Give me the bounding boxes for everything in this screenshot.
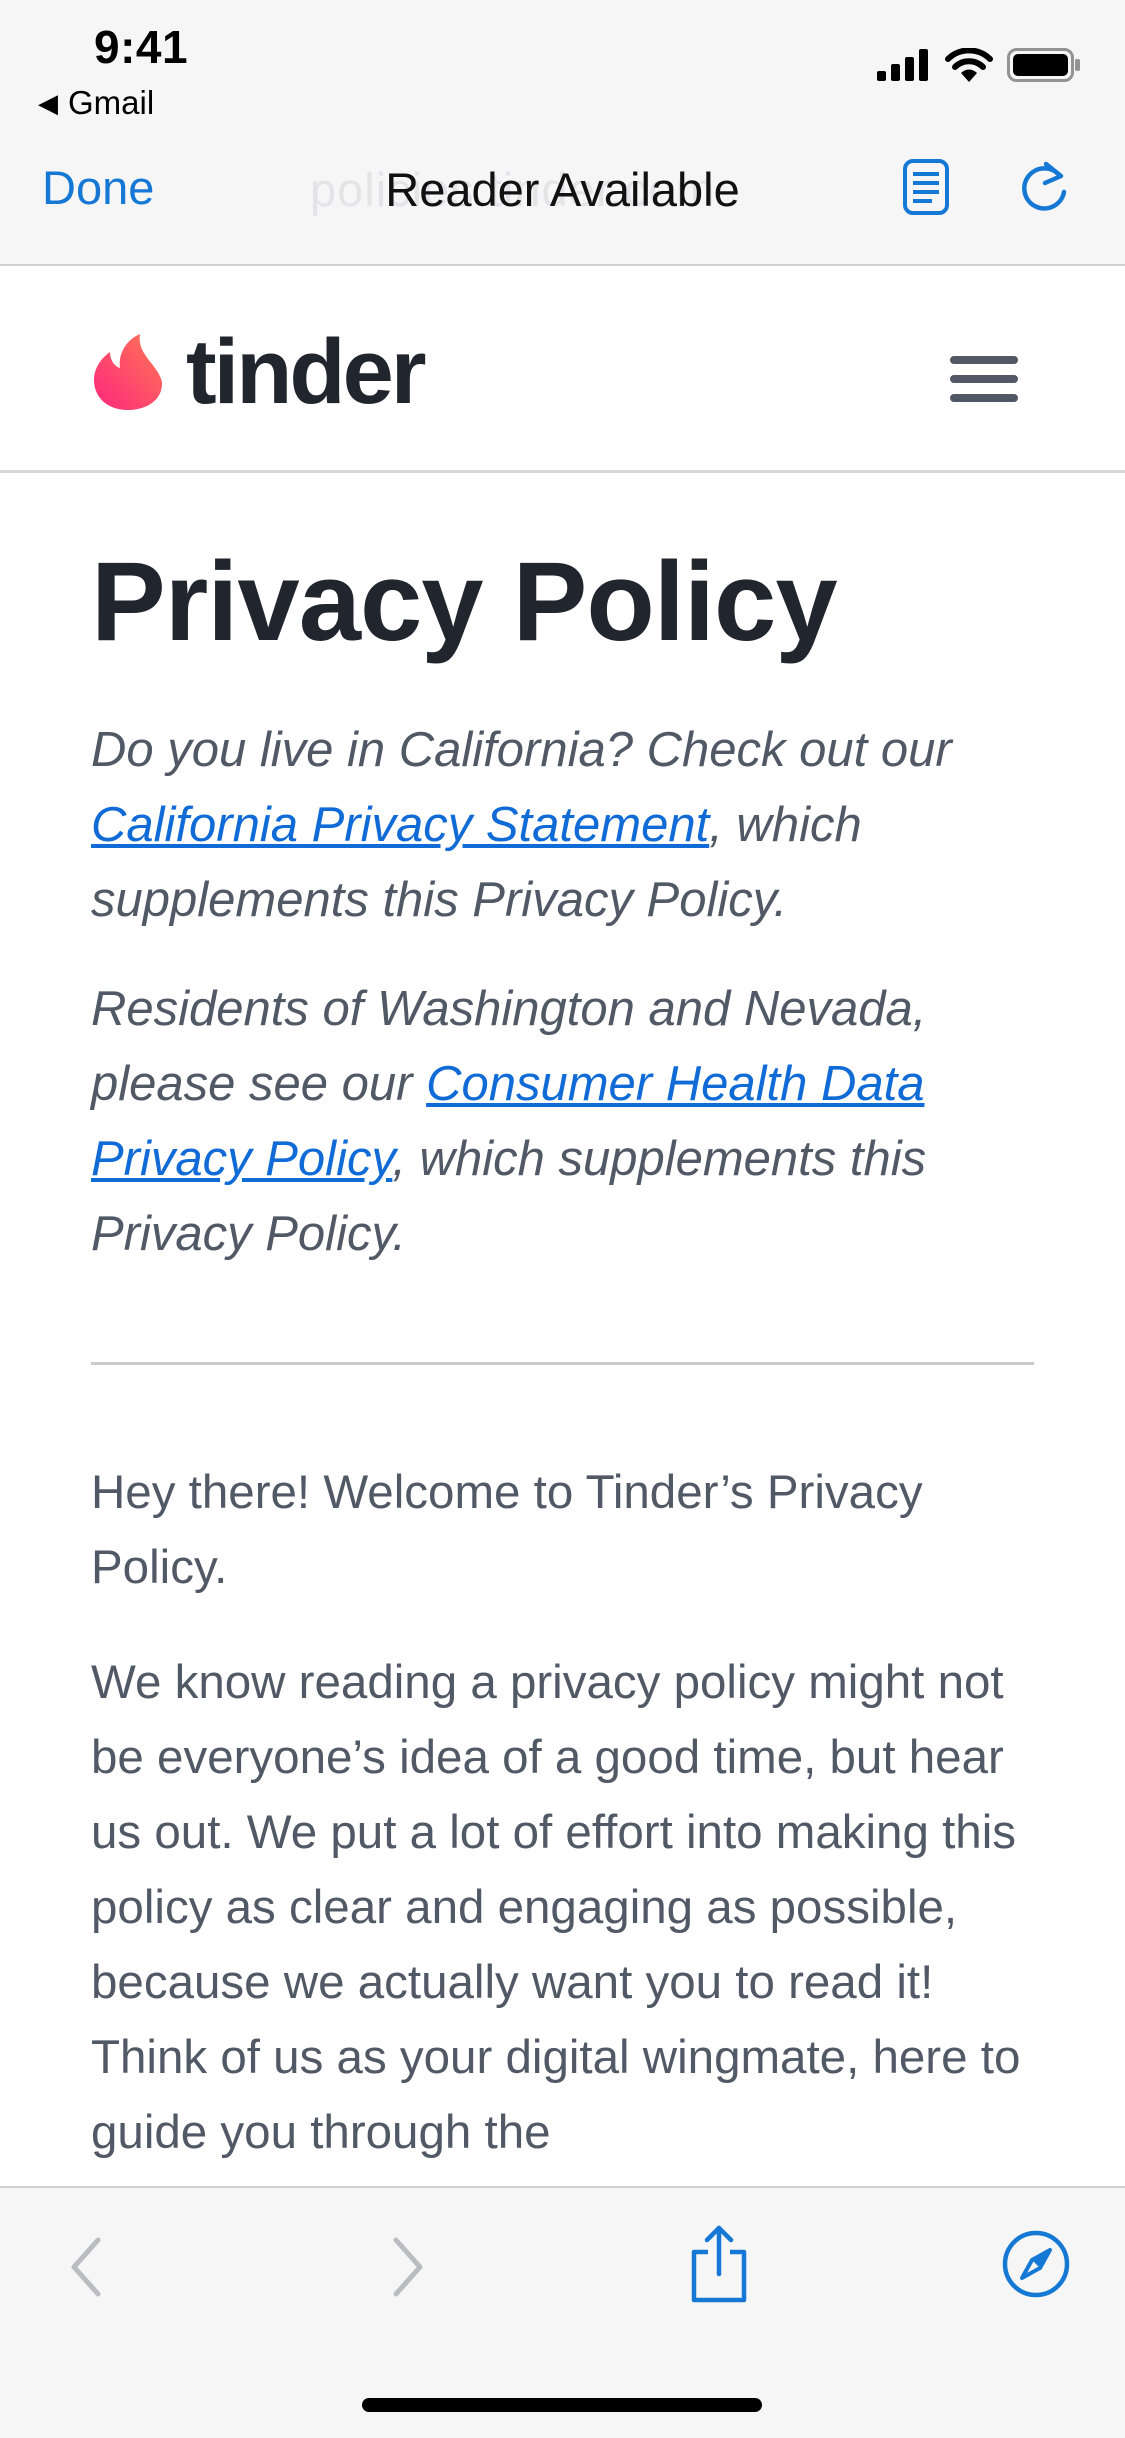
page-title: Privacy Policy [91, 539, 838, 664]
share-button[interactable] [688, 2224, 750, 2309]
signal-icon [877, 49, 928, 81]
back-triangle-icon: ◀ [38, 87, 58, 118]
compass-icon [1002, 2230, 1070, 2298]
reload-icon [1022, 161, 1067, 211]
forward-button[interactable] [382, 2232, 432, 2307]
body-paragraph: We know reading a privacy policy might n… [91, 1656, 1021, 2160]
california-privacy-statement-link[interactable]: California Privacy Statement [91, 798, 709, 852]
back-app-label: Gmail [68, 84, 155, 121]
reader-available-label: Reader Available [385, 163, 740, 216]
status-icons [877, 48, 1081, 82]
washington-nevada-notice: Residents of Washington and Nevada, plea… [91, 972, 1037, 1272]
back-button[interactable] [62, 2232, 112, 2307]
wifi-icon [945, 48, 993, 82]
reader-button[interactable] [902, 158, 950, 221]
california-notice: Do you live in California? Check out our… [91, 713, 1037, 938]
notice1-prefix: Do you live in California? Check out our [91, 723, 952, 778]
bookmarks-compass-button[interactable] [1000, 2228, 1072, 2305]
reload-button[interactable] [1016, 158, 1074, 221]
home-indicator[interactable] [362, 2398, 762, 2412]
main-content: Privacy Policy Do you live in California… [91, 540, 1037, 2210]
tinder-flame-icon [94, 334, 162, 410]
intro-paragraph: Hey there! Welcome to Tinder’s Privacy P… [91, 1466, 923, 1595]
reader-icon [903, 159, 949, 215]
share-icon [691, 2225, 747, 2303]
done-button[interactable]: Done [42, 160, 154, 215]
status-bar: 9:41 ◀ Gmail [0, 0, 1125, 130]
site-header: tinder [0, 266, 1125, 473]
battery-icon [1007, 48, 1080, 82]
forward-chevron-icon [393, 2237, 423, 2297]
back-chevron-icon [71, 2237, 101, 2297]
back-to-app-link[interactable]: ◀ Gmail [38, 84, 154, 122]
logo-wordmark: tinder [186, 321, 427, 423]
tinder-logo[interactable]: tinder [92, 321, 427, 423]
browser-top-bar: policies.tinder.com Reader Available Don… [0, 130, 1125, 266]
section-divider [91, 1362, 1034, 1366]
status-time: 9:41 [94, 21, 189, 73]
hamburger-menu-icon[interactable] [950, 356, 1020, 406]
